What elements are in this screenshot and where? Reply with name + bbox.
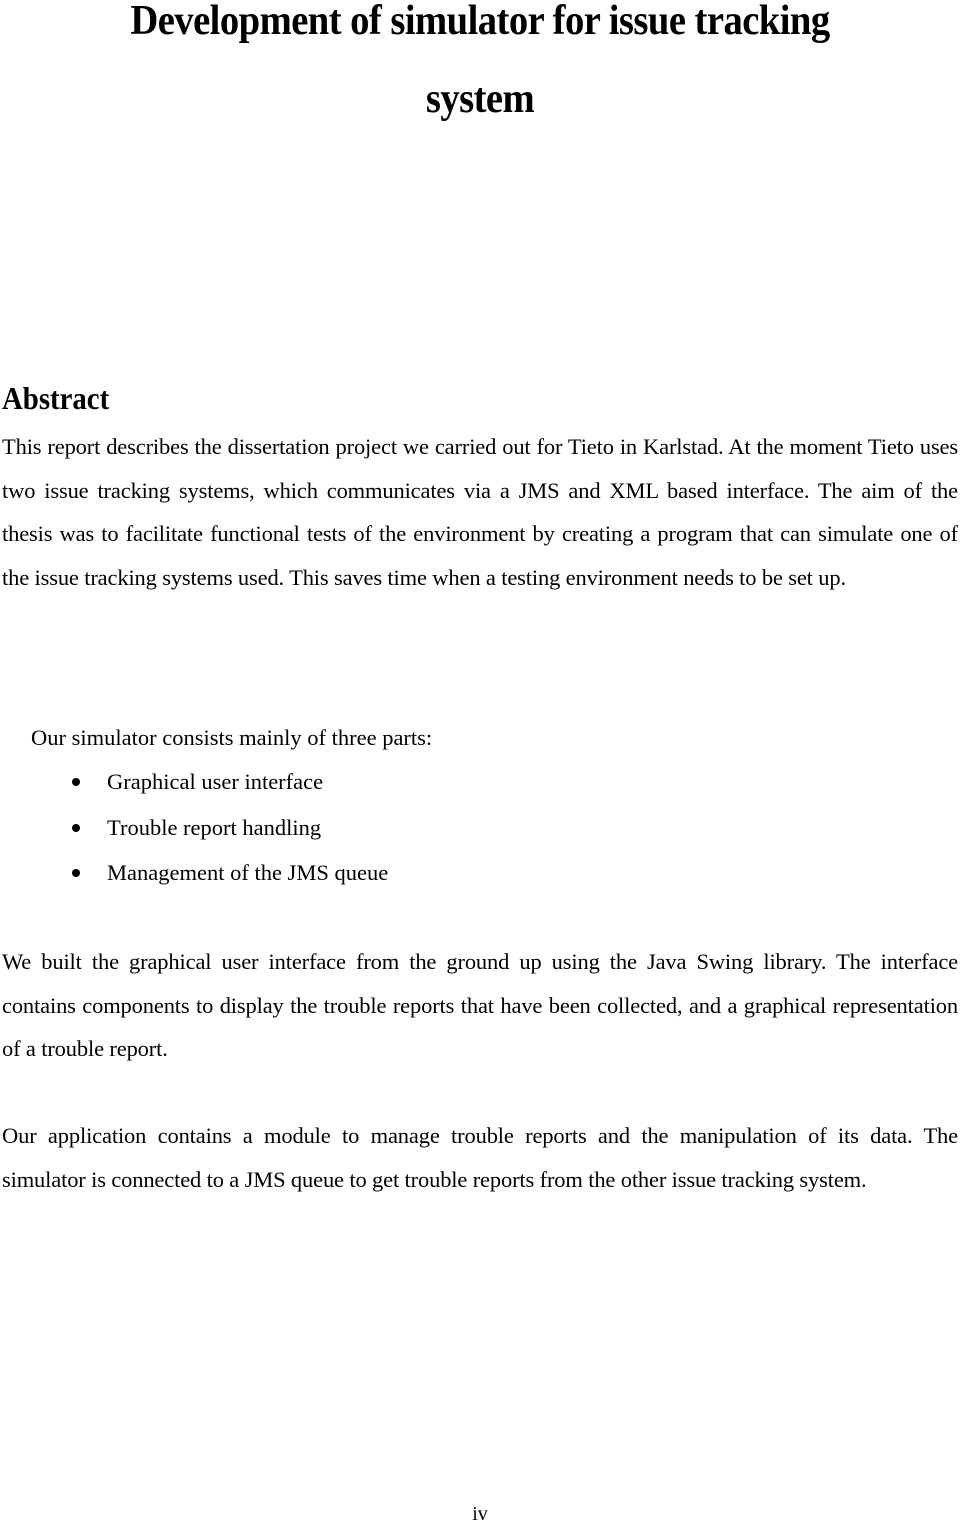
abstract-paragraph-3: Our application contains a module to man… [2,1123,958,1192]
bullet-icon [72,823,80,832]
bullet-icon [72,778,80,786]
list-item: Trouble report handling [0,806,388,852]
list-item-text: Management of the JMS queue [107,860,389,885]
document-title: Development of simulator for issue track… [38,0,921,138]
abstract-heading: Abstract [2,380,110,416]
list-item: Graphical user interface [0,760,388,806]
list-item-text: Trouble report handling [107,814,322,840]
document-title-line-1: Development of simulator for issue track… [130,0,830,44]
parts-intro: Our simulator consists mainly of three p… [31,725,433,750]
bullet-icon [72,869,80,877]
parts-list: Graphical user interface Trouble report … [0,760,388,897]
document-title-line-2: system [425,76,535,122]
list-item: Management of the JMS queue [0,851,388,897]
abstract-paragraph-2: We built the graphical user interface fr… [2,949,958,1062]
list-item-text: Graphical user interface [107,769,324,794]
abstract-paragraph-1: This report describes the dissertation p… [2,434,958,591]
